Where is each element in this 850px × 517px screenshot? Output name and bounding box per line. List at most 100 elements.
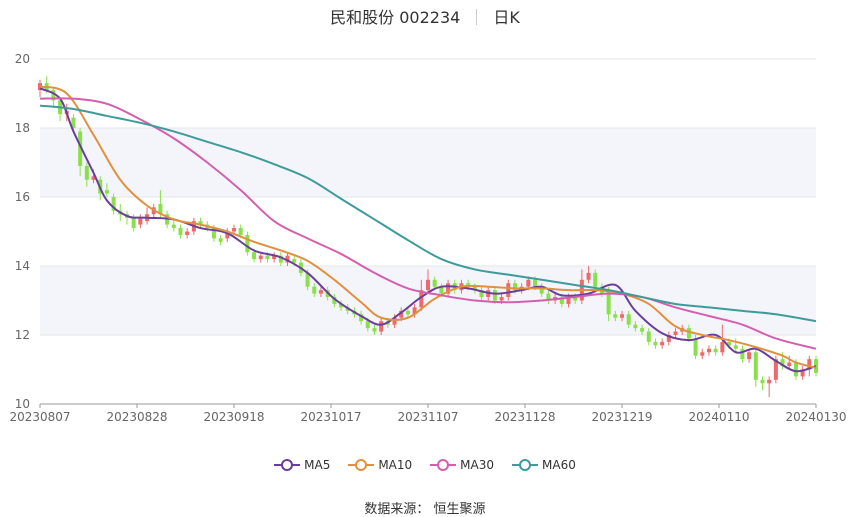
legend-label: MA5 (304, 458, 331, 472)
legend-item-ma5[interactable]: MA5 (274, 458, 330, 472)
candle-body (760, 379, 765, 384)
x-axis: 20230807 20230828 20230918 20231017 20231107… (9, 404, 847, 424)
candle-body (733, 345, 738, 349)
candle (138, 214, 143, 229)
legend: MA5 MA10 MA30 MA60 (0, 458, 850, 472)
candle-body (218, 238, 223, 242)
candle-body (673, 331, 678, 335)
candle (185, 228, 190, 239)
legend-item-ma60[interactable]: MA60 (512, 458, 576, 472)
y-tick-label: 18 (15, 121, 30, 135)
candle-body (747, 352, 752, 360)
candle (760, 376, 765, 391)
candle (700, 348, 705, 360)
candle-body (720, 341, 725, 353)
candle (753, 348, 758, 387)
candle-body (312, 286, 317, 294)
legend-marker (355, 459, 368, 471)
y-tick-label: 16 (15, 190, 30, 204)
candle (713, 345, 718, 356)
candle-body (619, 314, 625, 318)
candle-body (265, 255, 270, 260)
candle-body (713, 348, 718, 353)
legend-swatch (274, 459, 301, 471)
legend-marker (437, 459, 450, 471)
candle-body (365, 321, 370, 329)
plot-band (40, 128, 816, 197)
candle (706, 345, 711, 356)
candle-body (706, 348, 711, 353)
candle-body (586, 272, 591, 280)
candle-body (379, 321, 384, 332)
x-tick-label: 20240110 (688, 410, 749, 424)
y-tick-label: 14 (15, 259, 30, 273)
candle-body (506, 283, 511, 298)
x-tick-label: 20231017 (300, 410, 361, 424)
candle (740, 345, 745, 363)
candle (272, 252, 277, 263)
candle-body (753, 352, 758, 380)
candle-body (252, 252, 257, 260)
candle-body (787, 362, 792, 367)
candle-body (533, 279, 538, 287)
candle (653, 338, 658, 349)
x-tick-label: 20231128 (494, 410, 555, 424)
candle-body (138, 217, 143, 225)
candle (800, 366, 805, 380)
candle (245, 231, 250, 256)
candle-body (318, 290, 323, 294)
candle (218, 234, 223, 246)
x-tick-label: 20231219 (591, 410, 652, 424)
grid-lines (40, 58, 816, 405)
candle-body (640, 328, 645, 332)
candle-body (178, 228, 183, 235)
candle-body (633, 324, 638, 329)
legend-label: MA60 (542, 458, 576, 472)
candle-body (593, 272, 598, 287)
candlestick-series (37, 76, 819, 398)
candle-body (231, 228, 237, 232)
legend-swatch (430, 459, 457, 471)
candle-body (258, 255, 263, 260)
y-tick-label: 20 (15, 52, 30, 66)
candle-body (432, 279, 437, 287)
candle-body (686, 328, 691, 339)
legend-item-ma30[interactable]: MA30 (430, 458, 494, 472)
candle-body (372, 328, 377, 332)
candle-body (245, 234, 250, 253)
candle-body (171, 224, 176, 229)
legend-swatch (512, 459, 539, 471)
legend-item-ma10[interactable]: MA10 (348, 458, 412, 472)
candle (124, 210, 129, 225)
candle-body (499, 297, 504, 301)
candle-body (653, 341, 658, 346)
candle-body (238, 228, 243, 235)
candle-body (425, 279, 431, 291)
data-source: 数据来源： 恒生聚源 (364, 502, 486, 517)
kline-chart[interactable]: 101214161820 20230807 20230828 20230918 202… (0, 0, 850, 440)
legend-marker (519, 459, 532, 471)
candle-body (626, 314, 631, 325)
legend-label: MA30 (460, 458, 495, 472)
candle-body (405, 310, 410, 315)
candle (178, 224, 183, 239)
candle-body (767, 379, 772, 384)
candle (660, 338, 665, 349)
candle (198, 217, 203, 229)
candle (145, 207, 150, 225)
candle-body (793, 362, 798, 377)
candle-body (131, 217, 136, 229)
x-tick-label: 20230807 (9, 410, 70, 424)
candle-body (185, 231, 190, 235)
x-tick-label: 20231107 (397, 410, 458, 424)
candle-body (613, 314, 618, 318)
x-tick-label: 20230828 (106, 410, 167, 424)
y-tick-label: 10 (15, 397, 30, 411)
candle (767, 376, 772, 398)
candle-body (700, 352, 705, 356)
candle-body (104, 190, 109, 194)
candle (51, 86, 56, 108)
candle-body (526, 279, 531, 287)
candle (278, 252, 283, 266)
candle-body (84, 165, 89, 180)
